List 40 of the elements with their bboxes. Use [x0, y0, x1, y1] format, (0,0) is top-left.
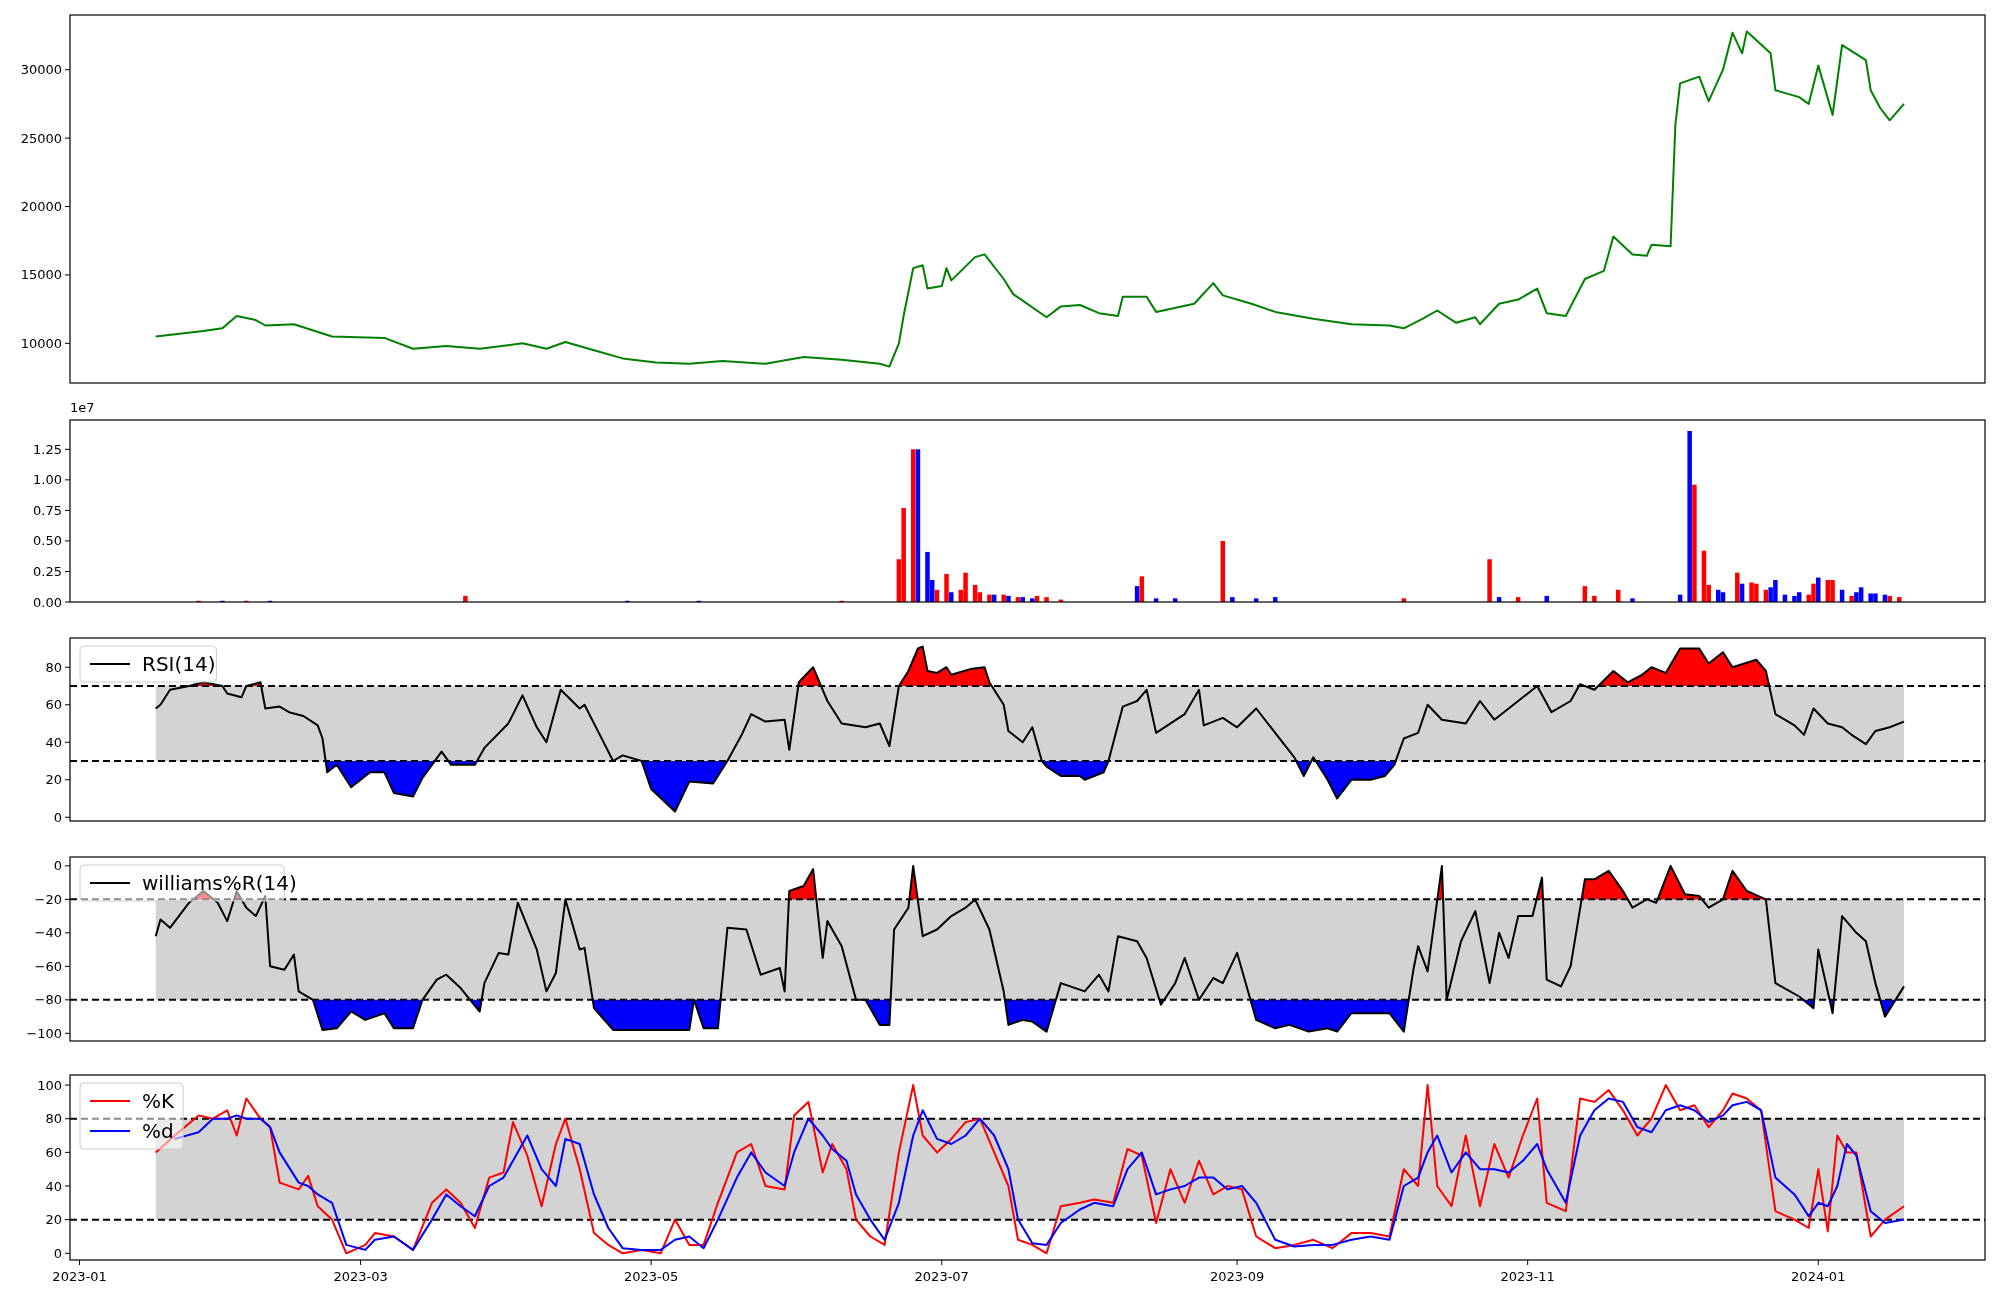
y-tick-label: 60 [45, 1144, 62, 1160]
y-tick-label: 20 [45, 772, 62, 788]
legend-label: %K [142, 1089, 175, 1113]
y-tick-label: −20 [34, 891, 62, 907]
x-tick-label: 2023-07 [914, 1269, 969, 1284]
y-tick-label: −40 [34, 925, 62, 941]
y-tick-label: −60 [34, 958, 62, 974]
y-tick-label: 0.00 [33, 594, 62, 610]
y-tick-label: 0 [53, 858, 62, 874]
y-tick-label: 10000 [20, 335, 62, 351]
y-tick-label: 0.75 [33, 502, 62, 518]
y-tick-label: 0 [53, 1245, 62, 1261]
legend-label: williams%R(14) [142, 871, 297, 895]
y-tick-label: 25000 [20, 130, 62, 146]
x-tick-label: 2023-09 [1209, 1269, 1265, 1284]
y-tick-label: 60 [45, 697, 62, 713]
legend-label: %d [142, 1119, 174, 1143]
y-tick-label: 20 [45, 1212, 62, 1228]
y-tick-label: 0 [53, 809, 62, 825]
y-tick-label: 40 [45, 734, 62, 750]
x-tick-label: 2023-03 [333, 1269, 388, 1284]
x-tick-label: 2023-01 [52, 1269, 107, 1284]
y-tick-label: 100 [37, 1077, 62, 1093]
legend-label: RSI(14) [142, 652, 216, 676]
y-tick-label: 0.50 [33, 533, 62, 549]
y-tick-label: 80 [45, 1111, 62, 1127]
y-tick-label: −100 [26, 1025, 62, 1041]
y-tick-label: 1.25 [33, 441, 62, 457]
x-tick-label: 2024-01 [1791, 1269, 1846, 1284]
x-tick-label: 2023-05 [624, 1269, 679, 1284]
x-tick-label: 2023-11 [1500, 1269, 1555, 1284]
y-tick-label: 30000 [20, 62, 62, 78]
y-tick-label: 20000 [20, 199, 62, 214]
axis-offset-label: 1e7 [70, 400, 95, 415]
y-tick-label: 15000 [20, 267, 62, 283]
y-tick-label: 40 [45, 1178, 62, 1194]
y-tick-label: 0.25 [33, 563, 62, 579]
y-tick-label: 80 [45, 659, 62, 675]
y-tick-label: 1.00 [33, 472, 62, 488]
y-tick-label: −80 [34, 992, 62, 1008]
